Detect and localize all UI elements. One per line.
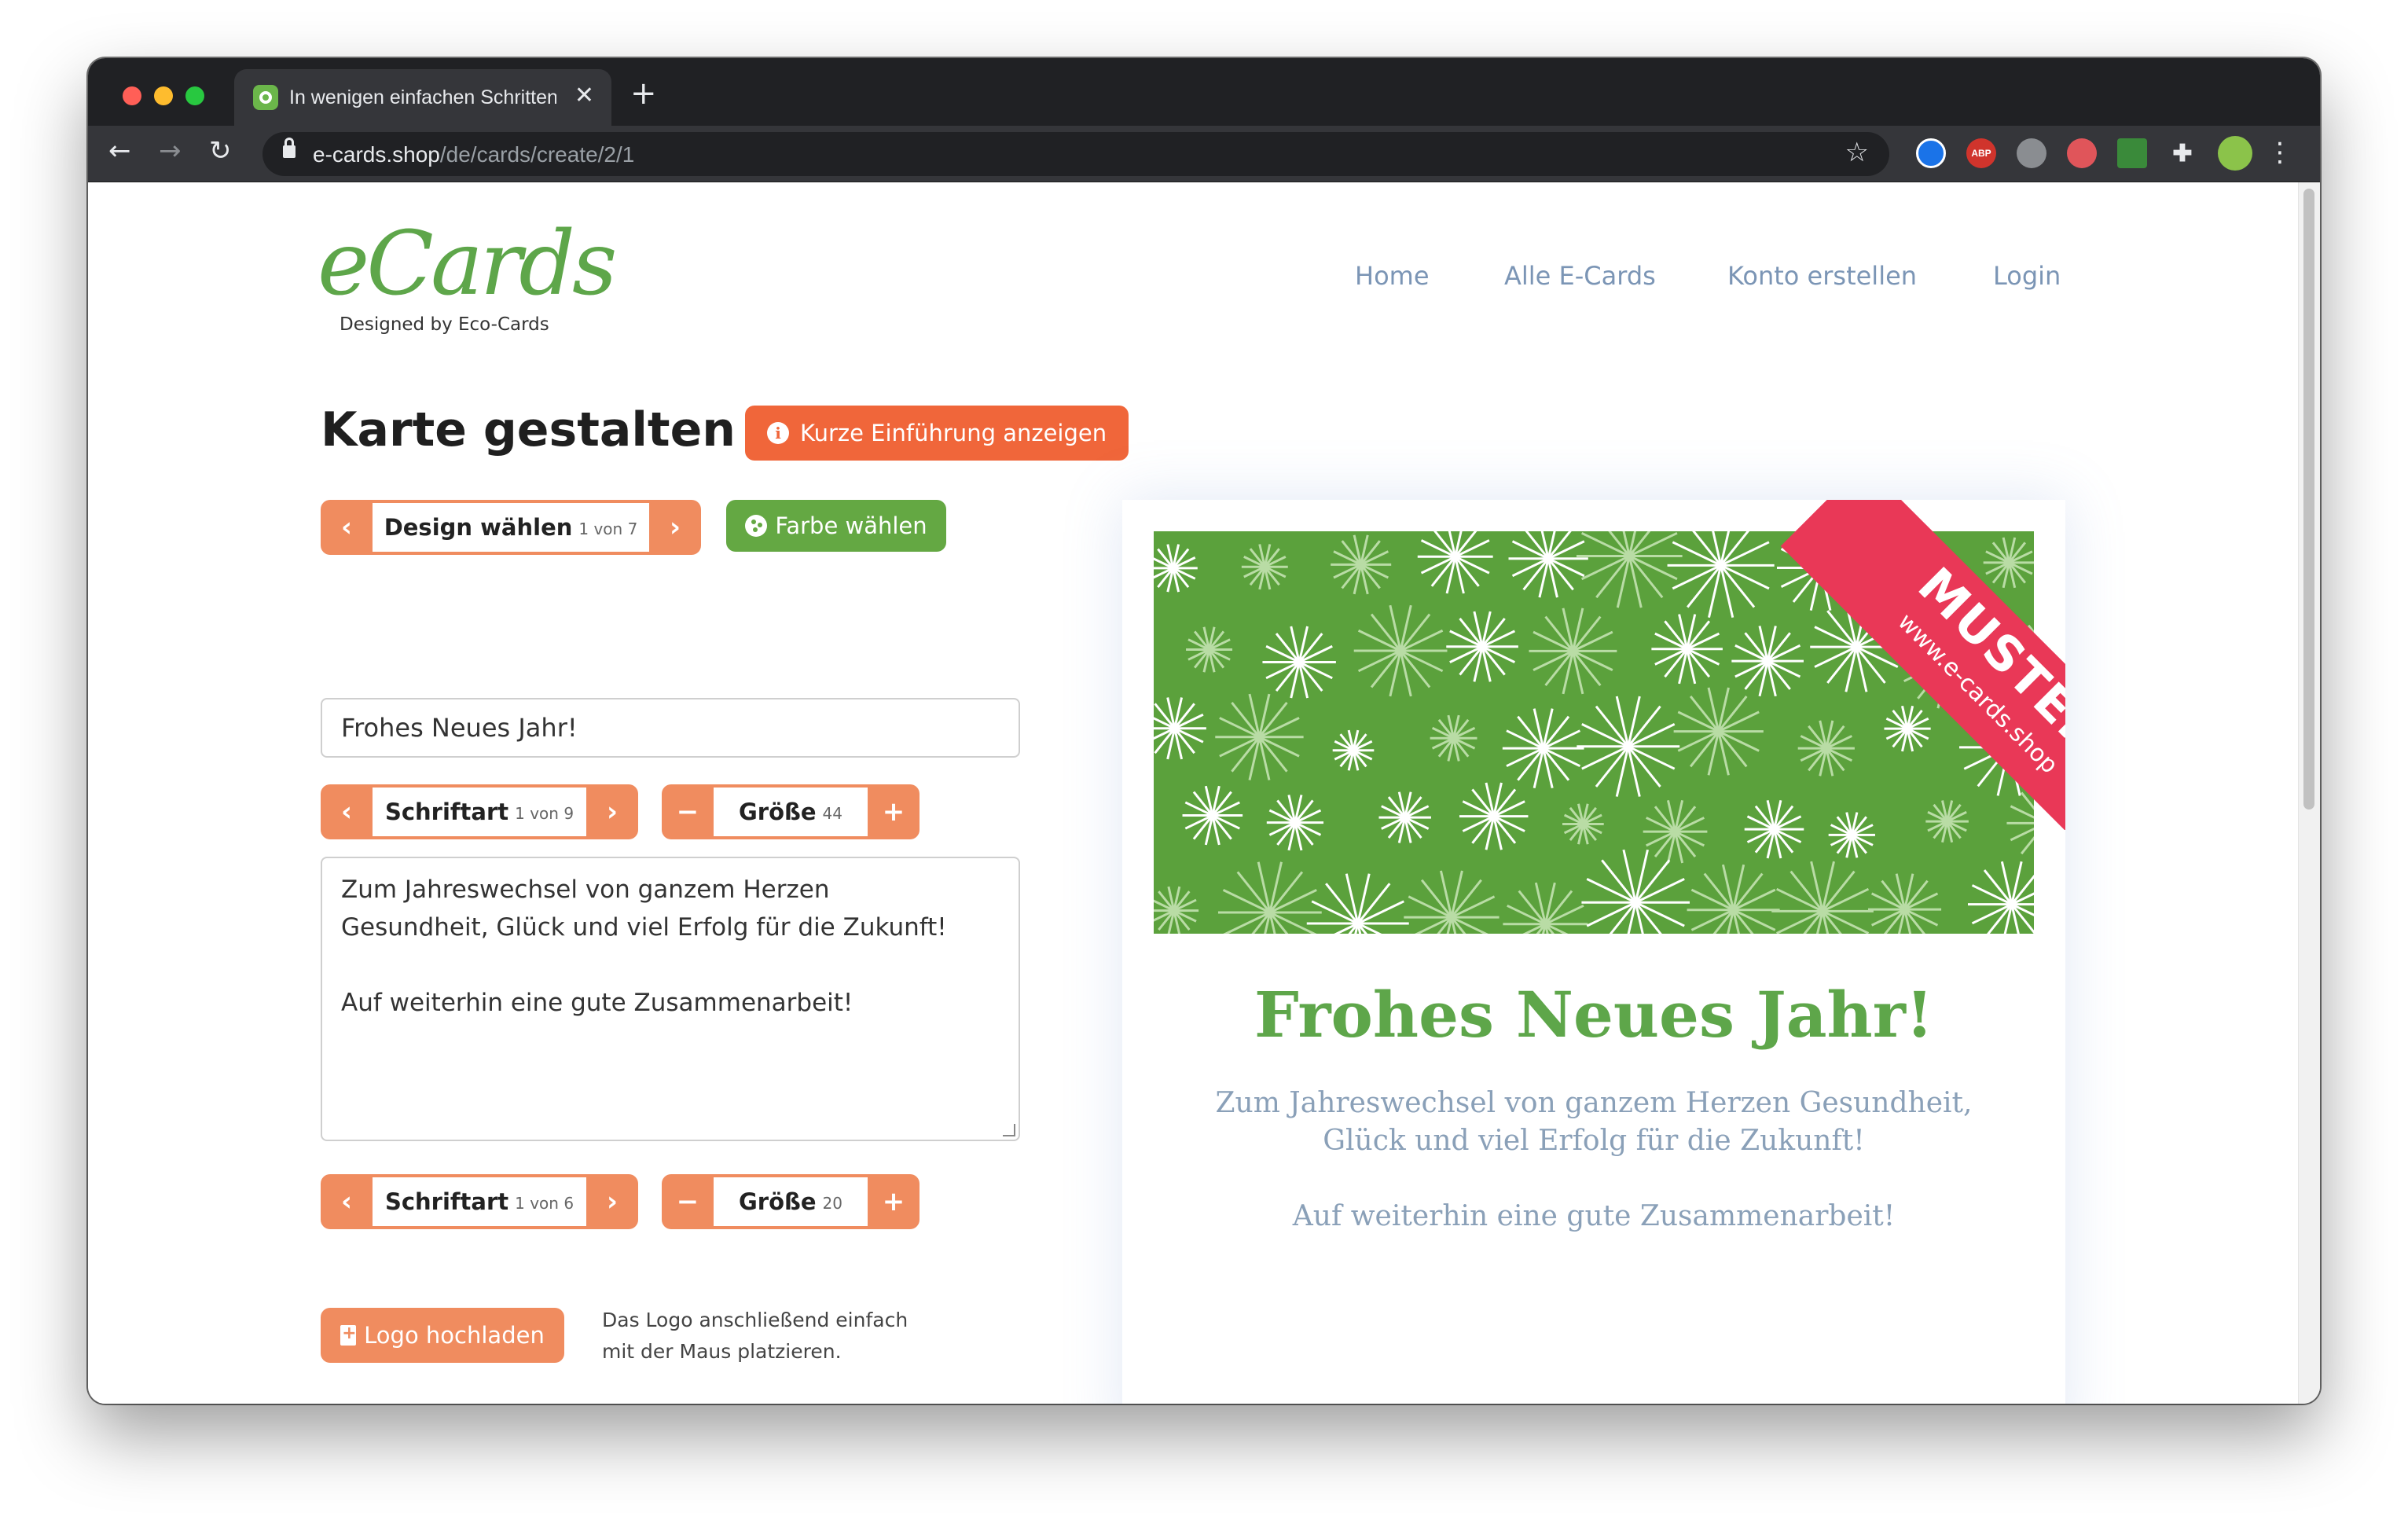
title-size-stepper: − Größe 44 + xyxy=(662,784,920,839)
site-logo[interactable]: eCards Designed by Eco-Cards xyxy=(318,213,617,335)
zoom-window-button[interactable] xyxy=(185,86,204,105)
design-display: Design wählen 1 von 7 xyxy=(373,503,649,552)
page-viewport: eCards Designed by Eco-Cards Home Alle E… xyxy=(88,182,2320,1404)
reload-icon[interactable]: ↻ xyxy=(209,135,232,167)
bookmark-star-icon[interactable]: ☆ xyxy=(1845,137,1869,168)
message-textarea[interactable]: Zum Jahreswechsel von ganzem Herzen Gesu… xyxy=(321,857,1020,1141)
body-font-next-button[interactable]: › xyxy=(586,1174,638,1229)
mask-extension-icon[interactable] xyxy=(2017,138,2046,168)
browser-window: In wenigen einfachen Schritten ✕ + ← → ↻… xyxy=(88,58,2320,1404)
close-tab-icon[interactable]: ✕ xyxy=(574,82,594,109)
body-size-decrease-button[interactable]: − xyxy=(662,1174,714,1229)
lock-icon xyxy=(283,138,295,158)
minimize-window-button[interactable] xyxy=(154,86,173,105)
body-size-increase-button[interactable]: + xyxy=(868,1174,920,1229)
close-window-button[interactable] xyxy=(123,86,141,105)
body-font-prev-button[interactable]: ‹ xyxy=(321,1174,373,1229)
file-upload-icon xyxy=(340,1324,357,1346)
browser-menu-icon[interactable]: ⋮ xyxy=(2267,137,2293,168)
password-manager-extension-icon[interactable] xyxy=(1916,138,1946,168)
profile-avatar[interactable] xyxy=(2218,136,2252,171)
tab-title: In wenigen einfachen Schritten xyxy=(289,86,556,108)
design-prev-button[interactable]: ‹ xyxy=(321,500,373,555)
title-size-increase-button[interactable]: + xyxy=(868,784,920,839)
upload-hint: Das Logo anschließend einfach mit der Ma… xyxy=(602,1309,909,1363)
scrollbar[interactable] xyxy=(2298,182,2320,1404)
title-input[interactable]: Frohes Neues Jahr! xyxy=(321,698,1020,758)
resize-handle-icon[interactable] xyxy=(1003,1124,1015,1136)
card-title: Frohes Neues Jahr! xyxy=(1254,978,1933,1052)
intro-button[interactable]: i Kurze Einführung anzeigen xyxy=(745,406,1129,461)
palette-icon xyxy=(745,515,768,537)
choose-color-button[interactable]: Farbe wählen xyxy=(726,500,946,552)
page-title: Karte gestalten xyxy=(321,402,736,457)
logo-tagline: Designed by Eco-Cards xyxy=(340,314,549,335)
card-preview: MUSTER www.e-cards.shop Frohes Neues Jah… xyxy=(1122,500,2065,1404)
window-controls xyxy=(123,86,204,105)
new-tab-icon[interactable]: + xyxy=(630,75,657,112)
forward-icon[interactable]: → xyxy=(159,135,182,167)
design-stepper: ‹ Design wählen 1 von 7 › xyxy=(321,500,701,555)
sample-ribbon: MUSTER www.e-cards.shop xyxy=(1735,500,2065,830)
design-next-button[interactable]: › xyxy=(649,500,701,555)
body-font-display: Schriftart 1 von 6 xyxy=(373,1177,586,1226)
nav-create-account[interactable]: Konto erstellen xyxy=(1727,261,1917,291)
title-font-prev-button[interactable]: ‹ xyxy=(321,784,373,839)
upload-logo-button[interactable]: Logo hochladen xyxy=(321,1308,564,1363)
url-text: e-cards.shop/de/cards/create/2/1 xyxy=(313,142,635,167)
scrollbar-thumb[interactable] xyxy=(2303,189,2314,810)
upload-logo-label: Logo hochladen xyxy=(364,1322,545,1349)
browser-toolbar: ← → ↻ e-cards.shop/de/cards/create/2/1 ☆… xyxy=(88,126,2320,182)
title-size-display: Größe 44 xyxy=(714,788,868,836)
title-font-display: Schriftart 1 von 9 xyxy=(373,788,586,836)
body-size-display: Größe 20 xyxy=(714,1177,868,1226)
title-size-decrease-button[interactable]: − xyxy=(662,784,714,839)
adblock-extension-icon[interactable]: ABP xyxy=(1966,138,1996,168)
body-size-stepper: − Größe 20 + xyxy=(662,1174,920,1229)
title-font-next-button[interactable]: › xyxy=(586,784,638,839)
chart-extension-icon[interactable] xyxy=(2117,138,2147,168)
info-icon: i xyxy=(767,422,789,444)
choose-color-label: Farbe wählen xyxy=(775,512,927,539)
back-icon[interactable]: ← xyxy=(108,135,131,167)
nav-home[interactable]: Home xyxy=(1355,261,1430,291)
body-font-stepper: ‹ Schriftart 1 von 6 › xyxy=(321,1174,638,1229)
intro-button-label: Kurze Einführung anzeigen xyxy=(800,420,1107,446)
browser-tab[interactable]: In wenigen einfachen Schritten ✕ xyxy=(234,69,611,126)
shield-extension-icon[interactable] xyxy=(2067,138,2097,168)
address-bar[interactable]: e-cards.shop/de/cards/create/2/1 ☆ xyxy=(262,132,1889,176)
puzzle-extensions-icon[interactable]: ✚ xyxy=(2168,138,2197,168)
tab-strip: In wenigen einfachen Schritten ✕ + xyxy=(88,58,2320,126)
nav-login[interactable]: Login xyxy=(1993,261,2061,291)
nav-all-ecards[interactable]: Alle E-Cards xyxy=(1504,261,1656,291)
site-favicon-icon xyxy=(253,85,278,110)
logo-wordmark: eCards xyxy=(318,213,617,315)
card-body: Zum Jahreswechsel von ganzem Herzen Gesu… xyxy=(1215,1087,1973,1232)
title-font-stepper: ‹ Schriftart 1 von 9 › xyxy=(321,784,638,839)
